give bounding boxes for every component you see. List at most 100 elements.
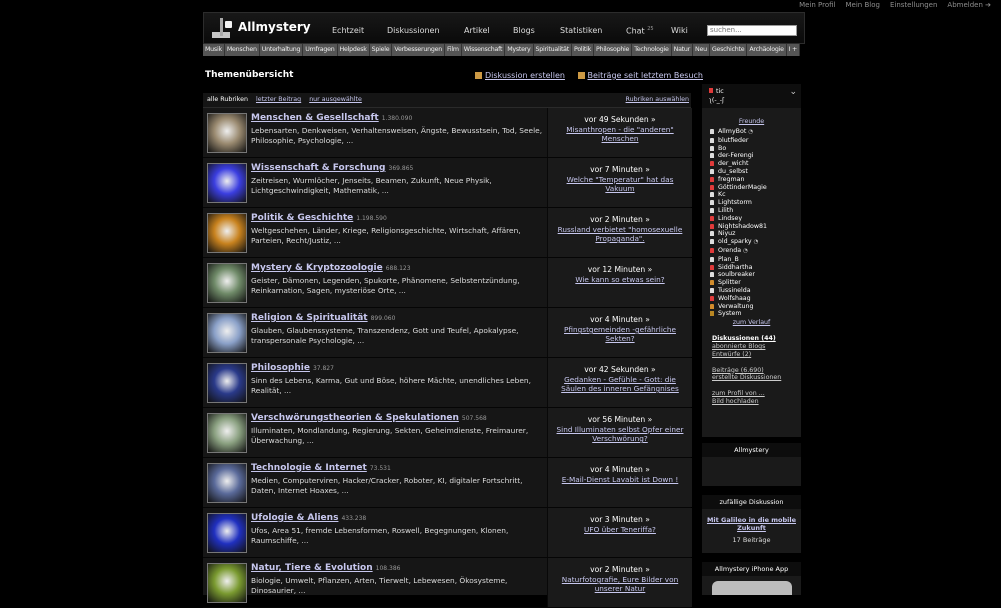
latest-post-link[interactable]: Misanthropen - die "anderen" Menschen [554,125,686,143]
latest-post-link[interactable]: Naturfotografie, Eure Bilder von unserer… [554,575,686,593]
category-thumbnail-icon[interactable] [207,263,247,303]
category-tab[interactable]: Film [445,44,462,56]
util-link-3[interactable]: Abmelden ➔ [947,1,991,9]
latest-post-link[interactable]: E-Mail-Dienst Lavabit ist Down ! [554,475,686,484]
category-title[interactable]: Politik & Geschichte [251,213,353,223]
category-thumbnail-icon[interactable] [207,113,247,153]
friend-item[interactable]: AllmyBot ◔ [710,128,801,137]
category-tab[interactable]: Verbesserungen [392,44,445,56]
history-link[interactable]: zum Verlauf [733,319,771,326]
sidebar-link-links1-0[interactable]: Diskussionen (44) [712,335,801,343]
latest-post-time[interactable]: vor 42 Sekunden » [548,365,692,374]
latest-post-time[interactable]: vor 4 Minuten » [548,465,692,474]
category-title[interactable]: Religion & Spiritualität [251,313,368,323]
category-tab[interactable]: Helpdesk [338,44,370,56]
friend-item[interactable]: Lightstorm [710,199,801,207]
sidebar-link-links1-2[interactable]: Entwürfe (2) [712,351,801,359]
category-thumbnail-icon[interactable] [207,213,247,253]
friend-item[interactable]: Siddhartha [710,264,801,272]
choose-categories-link[interactable]: Rubriken auswählen [626,93,689,107]
category-tab[interactable]: Philosophie [594,44,633,56]
category-tab[interactable]: Mystery [505,44,534,56]
nav-statistiken[interactable]: Statistiken [560,26,602,35]
latest-post-time[interactable]: vor 49 Sekunden » [548,115,692,124]
latest-post-time[interactable]: vor 3 Minuten » [548,515,692,524]
latest-post-link[interactable]: Wie kann so etwas sein? [554,275,686,284]
more-categories-button[interactable]: + [789,44,800,56]
util-link-0[interactable]: Mein Profil [799,1,835,9]
friend-item[interactable]: Bo [710,145,801,153]
allmystery-logo-icon[interactable] [212,18,232,38]
sidebar-link-links1-1[interactable]: abonnierte Blogs [712,343,801,351]
friends-title[interactable]: Freunde [739,118,764,125]
friend-item[interactable]: GöttinderMagie [710,184,801,192]
category-tab[interactable]: Technologie [632,44,672,56]
friend-item[interactable]: Niyuz [710,230,801,238]
latest-post-link[interactable]: UFO über Teneriffa? [554,525,686,534]
create-discussion-link[interactable]: Diskussion erstellen [485,71,565,80]
sidebar-link-links3-0[interactable]: zum Profil von ... [712,390,801,398]
friend-item[interactable]: Kc [710,191,801,199]
category-tab[interactable]: Neu [693,44,710,56]
util-link-1[interactable]: Mein Blog [846,1,880,9]
category-thumbnail-icon[interactable] [207,363,247,403]
category-thumbnail-icon[interactable] [207,163,247,203]
friend-item[interactable]: Plan_B [710,256,801,264]
friend-item[interactable]: blutfieder [710,137,801,145]
category-title[interactable]: Natur, Tiere & Evolution [251,563,373,573]
category-title[interactable]: Mystery & Kryptozoologie [251,263,383,273]
category-tab[interactable]: Unterhaltung [260,44,304,56]
util-link-2[interactable]: Einstellungen [890,1,937,9]
username[interactable]: tic [709,88,724,95]
category-title[interactable]: Technologie & Internet [251,463,367,473]
latest-post-time[interactable]: vor 12 Minuten » [548,265,692,274]
latest-post-time[interactable]: vor 56 Minuten » [548,415,692,424]
latest-post-link[interactable]: Russland verbietet "homosexuelle Propaga… [554,225,686,243]
category-thumbnail-icon[interactable] [207,563,247,603]
category-tab[interactable]: Spiritualität [534,44,572,56]
category-thumbnail-icon[interactable] [207,413,247,453]
brand-name[interactable]: Allmystery [238,20,311,34]
friend-item[interactable]: soulbreaker [710,271,801,279]
latest-post-time[interactable]: vor 2 Minuten » [548,565,692,574]
category-title[interactable]: Philosophie [251,363,310,373]
nav-wiki[interactable]: Wiki [671,26,688,35]
random-discussion-link[interactable]: Mit Galileo in die mobile Zukunft [702,516,801,532]
friend-item[interactable]: Wolfshaag [710,295,801,303]
category-tab[interactable]: Spiele [370,44,393,56]
latest-post-time[interactable]: vor 2 Minuten » [548,215,692,224]
friend-item[interactable]: Lindsey [710,215,801,223]
category-tab[interactable]: Archäologie [747,44,787,56]
latest-post-link[interactable]: Pfingstgemeinden -gefährliche Sekten? [554,325,686,343]
search-input[interactable]: suchen... [707,25,797,36]
category-thumbnail-icon[interactable] [207,313,247,353]
sidebar-link-links2-0[interactable]: Beiträge (6.690) [712,367,801,375]
category-tab[interactable]: Politik [572,44,595,56]
filter-selected[interactable]: nur ausgewählte [309,96,362,103]
category-tab[interactable]: Musik [203,44,225,56]
friend-item[interactable]: Splitter [710,279,801,287]
category-title[interactable]: Wissenschaft & Forschung [251,163,386,173]
friend-item[interactable]: System [710,310,801,318]
category-title[interactable]: Menschen & Gesellschaft [251,113,379,123]
friend-item[interactable]: Tussinelda [710,287,801,295]
category-tab[interactable]: Geschichte [710,44,748,56]
category-title[interactable]: Ufologie & Aliens [251,513,338,523]
friend-item[interactable]: Nightshadow81 [710,223,801,231]
filter-latest[interactable]: letzter Beitrag [256,96,301,103]
friend-item[interactable]: fregman [710,176,801,184]
category-thumbnail-icon[interactable] [207,513,247,553]
friend-item[interactable]: du_selbst [710,168,801,176]
nav-echtzeit[interactable]: Echtzeit [332,26,364,35]
latest-post-link[interactable]: Welche "Temperatur" hat das Vakuum [554,175,686,193]
latest-post-link[interactable]: Sind Illuminaten selbst Opfer einer Vers… [554,425,686,443]
latest-post-link[interactable]: Gedanken - Gefühle - Gott: die Säulen de… [554,375,686,393]
sidebar-link-links2-1[interactable]: erstellte Diskussionen [712,374,801,382]
category-tab[interactable]: Wissenschaft [462,44,506,56]
latest-post-time[interactable]: vor 4 Minuten » [548,315,692,324]
nav-artikel[interactable]: Artikel [464,26,490,35]
friend-item[interactable]: Orenda ◔ [710,247,801,256]
nav-chat[interactable]: Chat 25 [626,26,654,36]
iphone-image-icon[interactable] [711,581,792,595]
category-tab[interactable]: Natur [672,44,693,56]
